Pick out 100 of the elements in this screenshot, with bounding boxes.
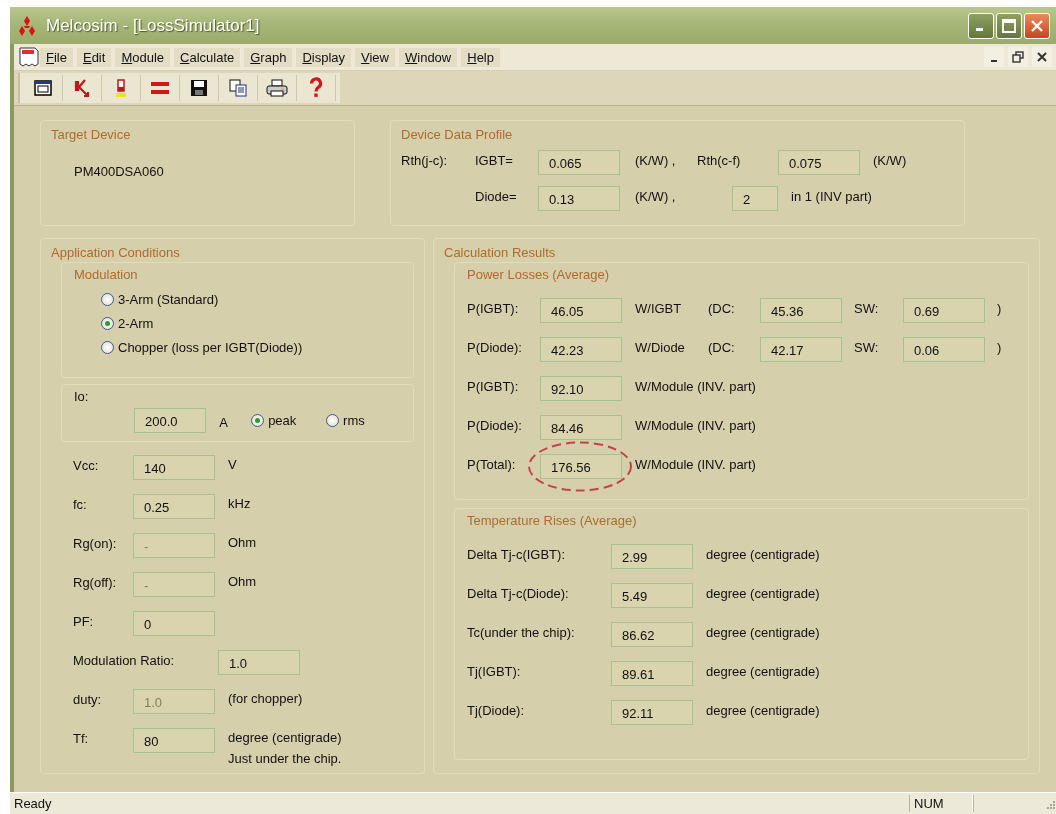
input-field[interactable]: 0.25 bbox=[133, 494, 215, 519]
input-field[interactable]: 1.0 bbox=[218, 650, 300, 675]
input-field[interactable]: 89.61 bbox=[611, 661, 693, 686]
input-field[interactable]: 200.0 bbox=[134, 408, 207, 433]
input-field[interactable]: 0.13 bbox=[538, 186, 620, 211]
radio-button[interactable] bbox=[326, 414, 340, 427]
input-field[interactable]: 84.46 bbox=[540, 415, 622, 440]
label: PF: bbox=[73, 613, 95, 629]
menu-item[interactable]: Help bbox=[461, 47, 500, 67]
menu-item[interactable]: Calculate bbox=[174, 47, 241, 67]
menu-item[interactable]: Graph bbox=[244, 47, 293, 67]
label: P(IGBT): bbox=[467, 378, 520, 394]
menu-item[interactable]: Window bbox=[399, 47, 458, 67]
input-field[interactable]: 2.99 bbox=[611, 544, 693, 569]
unit-label: kHz bbox=[228, 496, 251, 511]
input-field[interactable]: 92.10 bbox=[540, 376, 622, 401]
label: Delta Tj-c(Diode): bbox=[467, 585, 570, 601]
group-title: Modulation bbox=[74, 267, 138, 282]
input-field[interactable]: 5.49 bbox=[611, 583, 693, 608]
unit-label: Ohm bbox=[228, 574, 257, 589]
close-button[interactable] bbox=[1024, 12, 1050, 39]
close-icon bbox=[1037, 52, 1047, 62]
radio-label: 2-Arm bbox=[118, 316, 154, 331]
group-title: Temperature Rises (Average) bbox=[467, 513, 637, 528]
minimize-icon bbox=[991, 59, 997, 62]
unit-label: A bbox=[219, 413, 229, 430]
zigzag-arrow-icon[interactable] bbox=[73, 78, 91, 98]
menu-item[interactable]: File bbox=[40, 47, 73, 67]
note-text: Just under the chip. bbox=[228, 751, 342, 766]
group-title: Power Losses (Average) bbox=[467, 267, 610, 282]
window-icon[interactable] bbox=[34, 80, 52, 96]
label: SW: bbox=[854, 339, 880, 355]
close-button[interactable] bbox=[1032, 47, 1052, 67]
save-icon[interactable] bbox=[190, 79, 208, 97]
unit-label: (K/W) , bbox=[635, 152, 677, 168]
unit-label: W/Module (INV. part) bbox=[635, 378, 756, 394]
menu-item[interactable]: Edit bbox=[76, 47, 112, 67]
status-indicator: NUM bbox=[909, 795, 973, 812]
close-icon bbox=[1030, 18, 1044, 33]
radio-button[interactable] bbox=[101, 341, 114, 354]
maximize-button[interactable] bbox=[996, 12, 1022, 39]
minimize-button[interactable] bbox=[968, 12, 994, 39]
label: Rg(on): bbox=[73, 535, 118, 551]
menu-item[interactable]: View bbox=[355, 47, 395, 67]
label: Delta Tj-c(IGBT): bbox=[467, 546, 566, 562]
input-field[interactable]: 42.17 bbox=[760, 337, 842, 362]
window-title: Melcosim - [LossSimulator1] bbox=[46, 15, 261, 36]
label: ) bbox=[997, 300, 1002, 316]
input-field[interactable]: 140 bbox=[133, 455, 215, 480]
unit-label: degree (centigrade) bbox=[706, 624, 820, 640]
radio-button[interactable] bbox=[251, 414, 265, 427]
label: duty: bbox=[73, 691, 103, 707]
label: Rg(off): bbox=[73, 574, 118, 590]
menu-item[interactable]: Display bbox=[296, 47, 352, 67]
unit-label: (K/W) , bbox=[635, 188, 677, 204]
label: IGBT= bbox=[475, 152, 514, 168]
label: Tj(Diode): bbox=[467, 702, 526, 718]
copy-icon[interactable] bbox=[229, 79, 247, 97]
input-field[interactable]: 46.05 bbox=[540, 298, 622, 323]
input-field[interactable]: 92.11 bbox=[611, 700, 693, 725]
minimize-button[interactable] bbox=[984, 47, 1004, 67]
group-title: Device Data Profile bbox=[401, 127, 513, 142]
document-icon[interactable] bbox=[18, 47, 40, 67]
equals-icon[interactable] bbox=[150, 81, 170, 95]
label: Modulation Ratio: bbox=[73, 652, 176, 668]
unit-label: in 1 (INV part) bbox=[791, 188, 872, 204]
input-field[interactable]: 176.56 bbox=[540, 454, 622, 479]
radio-button[interactable] bbox=[101, 293, 114, 306]
radio-label: peak bbox=[268, 413, 297, 428]
label: ) bbox=[997, 339, 1002, 355]
input-field[interactable]: 0.065 bbox=[538, 150, 620, 175]
radio-label: 3-Arm (Standard) bbox=[118, 292, 219, 307]
input-field[interactable]: 0.06 bbox=[903, 337, 985, 362]
label: Vcc: bbox=[73, 457, 100, 473]
label: Io: bbox=[74, 388, 89, 404]
printer-icon[interactable] bbox=[266, 79, 288, 97]
unit-label: Ohm bbox=[228, 535, 257, 550]
radio-button[interactable] bbox=[101, 317, 114, 330]
input-field[interactable]: 0.69 bbox=[903, 298, 985, 323]
label: Tc(under the chip): bbox=[467, 624, 576, 640]
label: Diode= bbox=[475, 188, 518, 204]
input-field[interactable]: 45.36 bbox=[760, 298, 842, 323]
maximize-icon bbox=[1002, 18, 1016, 33]
input-field[interactable]: 86.62 bbox=[611, 622, 693, 647]
label: SW: bbox=[854, 300, 880, 316]
radio-label: Chopper (loss per IGBT(Diode)) bbox=[118, 340, 303, 355]
unit-label: V bbox=[228, 457, 237, 472]
menu-item[interactable]: Module bbox=[115, 47, 171, 67]
input-field[interactable]: 42.23 bbox=[540, 337, 622, 362]
unit-label: degree (centigrade) bbox=[706, 546, 820, 562]
help-icon[interactable] bbox=[309, 77, 323, 99]
input-field[interactable]: 0.075 bbox=[778, 150, 860, 175]
input-field[interactable]: 0 bbox=[133, 611, 215, 636]
thermometer-icon[interactable] bbox=[115, 78, 127, 98]
input-field[interactable]: 2 bbox=[732, 186, 778, 211]
input-field[interactable]: 80 bbox=[133, 728, 215, 753]
restore-button[interactable] bbox=[1008, 47, 1028, 67]
group-title: Application Conditions bbox=[51, 245, 180, 260]
label: Rth(c-f) bbox=[697, 152, 742, 168]
unit-label: W/Module (INV. part) bbox=[635, 456, 756, 472]
